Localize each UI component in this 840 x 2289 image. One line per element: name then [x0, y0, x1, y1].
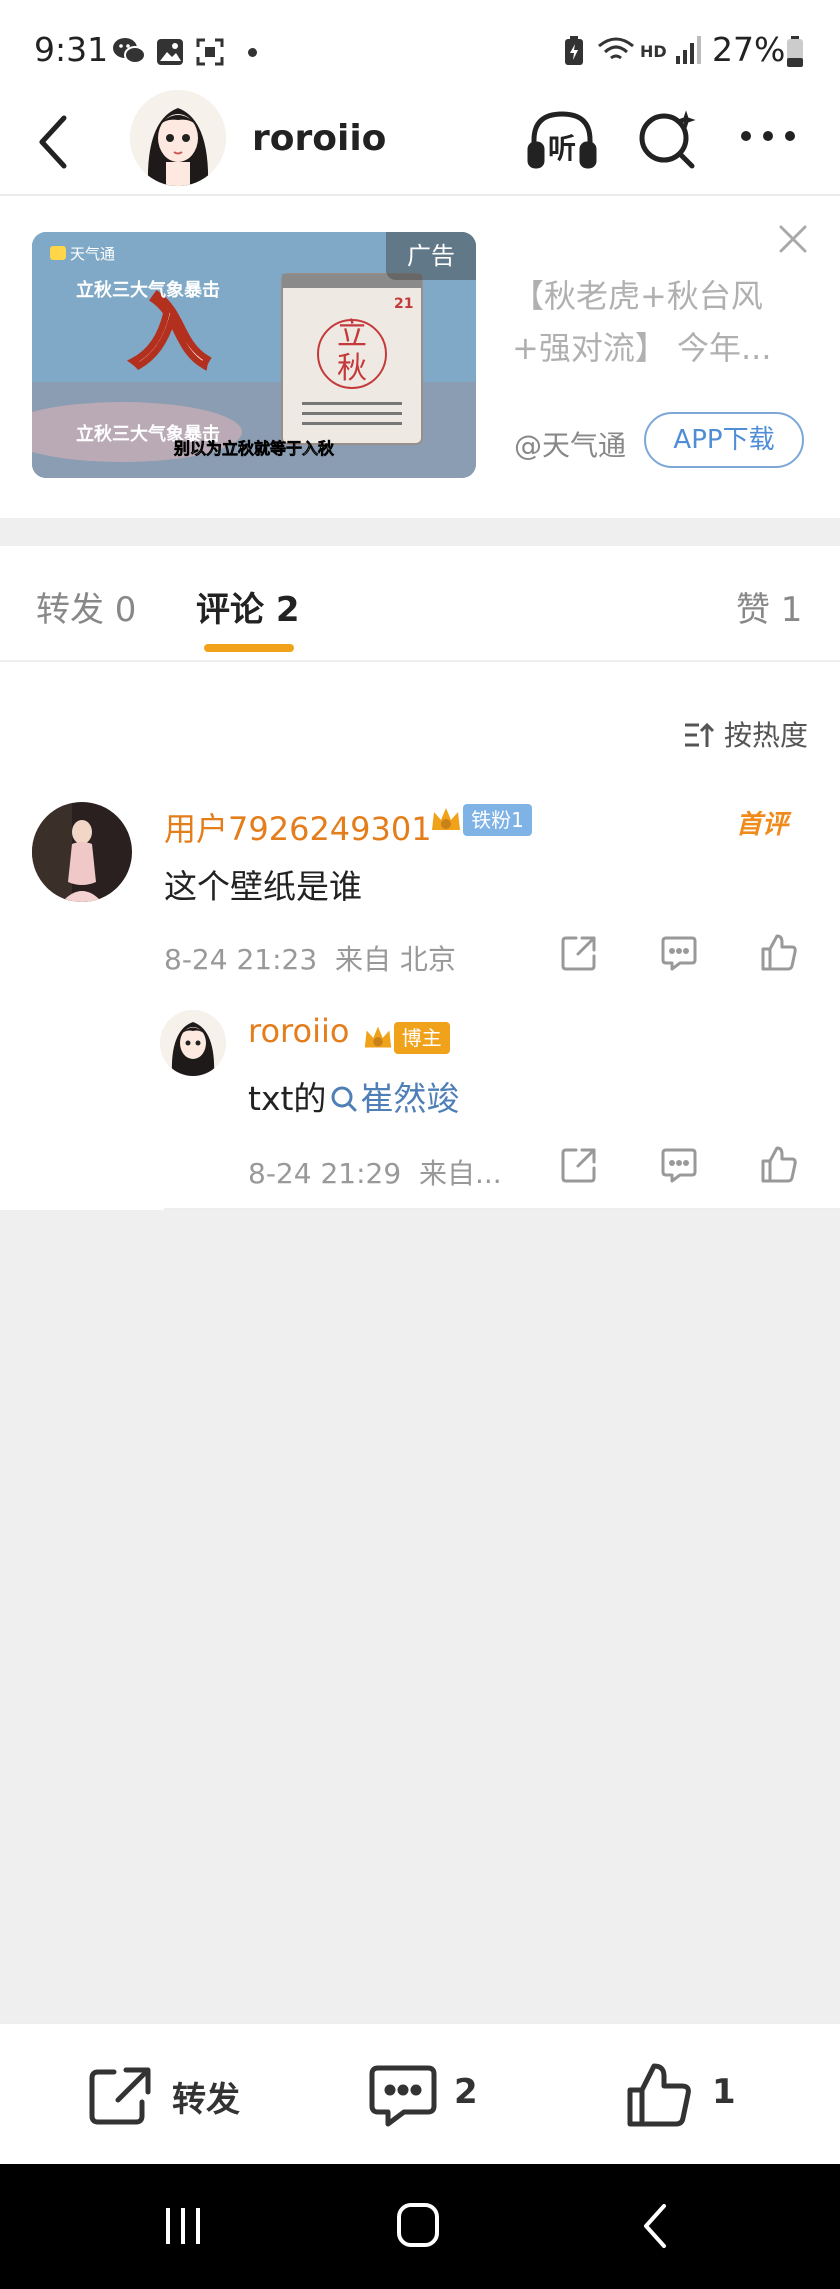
search-sparkle-icon[interactable]	[636, 108, 700, 172]
system-nav-bar	[0, 2164, 840, 2289]
comment-text: 这个壁纸是谁	[164, 867, 362, 906]
app-download-button[interactable]: APP下载	[644, 412, 804, 468]
comment-icon[interactable]	[368, 2064, 438, 2128]
like-count[interactable]: 1	[712, 2072, 736, 2112]
close-icon[interactable]	[778, 224, 808, 254]
sort-label[interactable]: 按热度	[724, 719, 808, 752]
first-comment-label: 首评	[736, 810, 789, 840]
comment-meta: 8-24 21:23 来自 北京	[164, 938, 456, 978]
reply-location: 来自...	[418, 1157, 502, 1190]
status-time: 9:31	[34, 30, 109, 69]
listen-headphone-icon[interactable]: 听	[526, 108, 598, 172]
header-username[interactable]: roroiio	[252, 118, 386, 159]
ad-source[interactable]: @天气通	[514, 424, 626, 464]
top-header: roroiio 听	[0, 86, 840, 196]
tab-comments[interactable]: 评论 2	[196, 582, 300, 631]
fan-badge-label: 铁粉1	[463, 804, 532, 836]
ad-image-caption: 别以为立秋就等于入秋	[173, 439, 335, 458]
crown-icon	[432, 808, 460, 830]
status-bar: 9:31 HD 27%	[0, 0, 840, 86]
ad-image-line-1: 立秋三大气象暴击	[76, 279, 220, 301]
reply-divider	[164, 1208, 840, 1210]
search-icon	[331, 1086, 357, 1112]
recent-apps-icon[interactable]	[162, 2204, 204, 2248]
wifi-icon	[596, 36, 636, 66]
gallery-icon	[156, 38, 184, 66]
ad-title[interactable]: 【秋老虎+秋台风+强对流】 今年...	[512, 270, 802, 374]
battery-saver-icon	[564, 36, 584, 66]
ad-card[interactable]: 立 秋 21 入 立秋三大气象暴击 立秋三大气象暴击 别以为立秋就等于入秋 天气…	[0, 196, 840, 518]
like-icon[interactable]	[760, 932, 798, 972]
comment-location: 来自 北京	[334, 943, 456, 976]
crown-icon	[364, 1026, 391, 1047]
profile-avatar[interactable]	[130, 90, 226, 186]
ad-tag: 广告	[386, 232, 476, 280]
reply-like-icon[interactable]	[760, 1144, 798, 1184]
ad-app-badge: 天气通	[70, 245, 115, 263]
more-options-icon[interactable]	[738, 128, 798, 144]
battery-icon	[786, 36, 804, 68]
wechat-icon	[112, 36, 146, 66]
tab-bar: 转发 0 评论 2 赞 1	[0, 546, 840, 662]
commenter-avatar[interactable]	[32, 802, 132, 902]
tab-repost[interactable]: 转发 0	[36, 582, 136, 631]
reply-text-prefix: txt的	[248, 1079, 327, 1118]
hd-label: HD	[640, 42, 667, 61]
thumbs-up-icon[interactable]	[626, 2060, 696, 2130]
sort-icon	[685, 722, 715, 747]
reply-share-icon[interactable]	[560, 1146, 598, 1184]
repost-icon[interactable]	[88, 2064, 154, 2126]
reply-text: txt的 崔然竣	[248, 1072, 459, 1120]
svg-text:听: 听	[548, 132, 576, 165]
commenter-name[interactable]: 用户7926249301	[164, 810, 432, 848]
comment-count[interactable]: 2	[454, 2072, 478, 2112]
mention-link[interactable]: 崔然竣	[360, 1079, 459, 1118]
sort-control[interactable]: 按热度	[683, 714, 808, 754]
reply-header: roroiio 博主	[248, 1012, 450, 1055]
calendar-bottom-char: 秋	[337, 351, 367, 386]
reply-comment-icon[interactable]	[660, 934, 698, 972]
fan-badge: 铁粉1	[428, 802, 532, 838]
screenshot-icon	[196, 38, 224, 66]
calendar-top-char: 立	[337, 317, 367, 352]
reply-meta: 8-24 21:29 来自...	[248, 1152, 502, 1192]
comment-time: 8-24 21:23	[164, 943, 318, 976]
reply-comment-icon[interactable]	[660, 1146, 698, 1184]
ad-image[interactable]: 立 秋 21 入 立秋三大气象暴击 立秋三大气象暴击 别以为立秋就等于入秋 天气…	[32, 232, 476, 478]
comment-list: 按热度 用户7926249301 铁粉1 首评 这个壁纸是谁 8-24 21:2…	[0, 662, 840, 1210]
tab-likes[interactable]: 赞 1	[736, 582, 802, 631]
back-nav-icon[interactable]	[640, 2202, 670, 2250]
tab-active-indicator	[204, 644, 294, 652]
reply-time: 8-24 21:29	[248, 1157, 402, 1190]
calendar-day: 21	[394, 296, 413, 312]
repost-label[interactable]: 转发	[172, 2072, 240, 2121]
reply-user-name[interactable]: roroiio	[248, 1012, 349, 1050]
blogger-badge: 博主	[393, 1021, 450, 1054]
dot-icon	[248, 48, 257, 57]
signal-icon	[674, 34, 702, 66]
comment-header: 用户7926249301 铁粉1	[164, 804, 532, 850]
share-icon[interactable]	[560, 934, 598, 972]
battery-percent: 27%	[712, 30, 786, 69]
bottom-toolbar: 转发 2 1	[0, 2022, 840, 2164]
back-arrow-icon[interactable]	[32, 112, 72, 172]
home-icon[interactable]	[396, 2202, 440, 2248]
reply-avatar[interactable]	[160, 1010, 226, 1076]
